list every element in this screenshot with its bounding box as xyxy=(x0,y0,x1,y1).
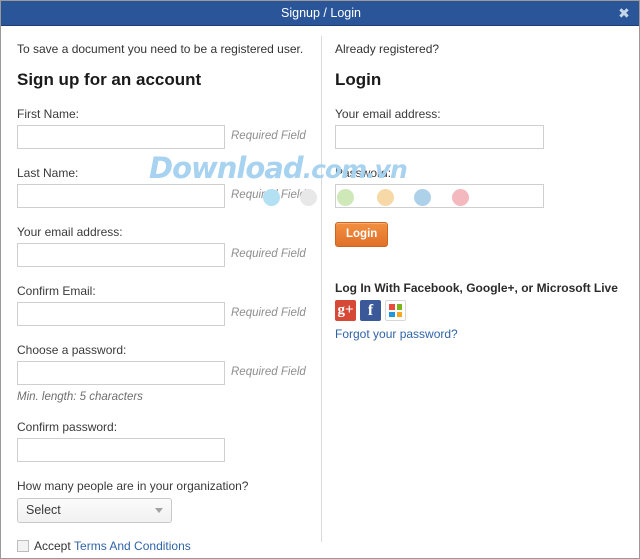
forgot-password-link[interactable]: Forgot your password? xyxy=(335,327,458,341)
last-name-row: Required Field xyxy=(17,184,313,208)
login-email-row xyxy=(335,125,625,149)
email-input[interactable] xyxy=(17,243,225,267)
password-hint: Min. length: 5 characters xyxy=(17,391,143,403)
signup-submit-wrap: Sign Up Now xyxy=(17,554,313,558)
last-name-input[interactable] xyxy=(17,184,225,208)
first-name-required-note: Required Field xyxy=(231,130,306,142)
login-email-label: Your email address: xyxy=(335,107,441,121)
google-plus-icon[interactable]: g+ xyxy=(335,300,356,321)
email-label: Your email address: xyxy=(17,225,123,239)
confirm-email-label: Confirm Email: xyxy=(17,284,96,298)
social-login-title: Log In With Facebook, Google+, or Micros… xyxy=(335,281,618,295)
login-password-row xyxy=(335,184,625,208)
confirm-email-input[interactable] xyxy=(17,302,225,326)
microsoft-icon-quadrant xyxy=(396,304,402,310)
password-row: Required Field xyxy=(17,361,313,385)
terms-and-conditions-link[interactable]: Terms And Conditions xyxy=(74,539,191,553)
email-row: Required Field xyxy=(17,243,313,267)
microsoft-icon-quadrant xyxy=(389,311,395,317)
signup-login-dialog: Signup / Login ✖ To save a document you … xyxy=(0,0,640,559)
last-name-required-note: Required Field xyxy=(231,189,306,201)
login-password-input[interactable] xyxy=(335,184,544,208)
dialog-title: Signup / Login xyxy=(281,6,361,20)
first-name-label: First Name: xyxy=(17,107,80,121)
last-name-label: Last Name: xyxy=(17,166,79,180)
microsoft-icon-quadrant xyxy=(389,304,395,310)
login-email-input[interactable] xyxy=(335,125,544,149)
facebook-icon[interactable]: f xyxy=(360,300,381,321)
email-required-note: Required Field xyxy=(231,248,306,260)
first-name-input[interactable] xyxy=(17,125,225,149)
signup-intro: To save a document you need to be a regi… xyxy=(17,42,304,56)
login-panel: Already registered? Login Your email add… xyxy=(335,26,625,341)
password-label: Choose a password: xyxy=(17,343,127,357)
dialog-titlebar: Signup / Login ✖ xyxy=(1,1,639,26)
login-button[interactable]: Login xyxy=(335,222,389,247)
confirm-password-label: Confirm password: xyxy=(17,420,118,434)
confirm-email-row: Required Field xyxy=(17,302,313,326)
forgot-password-wrap: Forgot your password? xyxy=(335,327,625,341)
login-heading: Login xyxy=(335,70,382,89)
social-login-row: g+ f xyxy=(335,300,625,321)
login-password-label: Password: xyxy=(335,166,392,180)
accept-terms-checkbox[interactable] xyxy=(17,540,29,552)
organization-size-select-wrap: Select xyxy=(17,498,172,523)
signup-panel: To save a document you need to be a regi… xyxy=(17,26,313,558)
accept-terms-label: Accept xyxy=(34,539,71,553)
close-icon[interactable]: ✖ xyxy=(615,4,633,22)
password-input[interactable] xyxy=(17,361,225,385)
organization-size-label: How many people are in your organization… xyxy=(17,479,249,493)
organization-size-select[interactable]: Select xyxy=(17,498,172,523)
accept-terms-row: Accept Terms And Conditions xyxy=(17,538,313,554)
login-intro: Already registered? xyxy=(335,42,440,56)
confirm-password-row xyxy=(17,438,313,462)
confirm-email-required-note: Required Field xyxy=(231,307,306,319)
microsoft-icon-quadrant xyxy=(396,311,402,317)
login-submit-wrap: Login xyxy=(335,208,625,247)
signup-heading: Sign up for an account xyxy=(17,70,202,89)
confirm-password-input[interactable] xyxy=(17,438,225,462)
column-divider xyxy=(321,36,322,542)
dialog-body: To save a document you need to be a regi… xyxy=(1,26,639,558)
first-name-row: Required Field xyxy=(17,125,313,149)
microsoft-icon[interactable] xyxy=(385,300,406,321)
password-required-note: Required Field xyxy=(231,366,306,378)
